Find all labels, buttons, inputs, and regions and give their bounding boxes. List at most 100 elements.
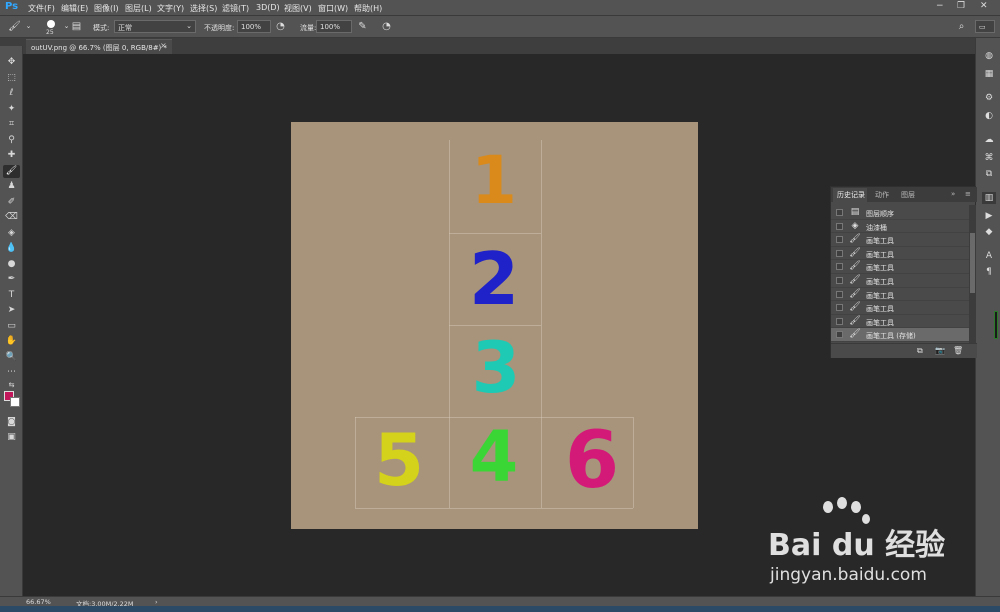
history-state-row[interactable]: 🖌 画笔工具 [831, 233, 969, 247]
history-source-checkbox[interactable] [836, 317, 843, 325]
mode-select[interactable]: 正常 ⌄ [114, 20, 196, 33]
image-canvas[interactable]: 1 2 3 5 4 6 [291, 122, 698, 529]
trash-icon[interactable]: 🗑 [953, 346, 963, 355]
menu-3d[interactable]: 3D(D) [256, 3, 280, 12]
clone-stamp-tool-icon[interactable]: ♟ [3, 180, 20, 193]
layers-panel-icon[interactable]: ◆ [982, 226, 996, 238]
history-state-label: 画笔工具 [866, 291, 894, 300]
menu-type[interactable]: 文字(Y) [157, 3, 184, 14]
menu-layer[interactable]: 图层(L) [125, 3, 152, 14]
libraries-panel-icon[interactable]: ☁ [982, 134, 996, 146]
workspace-switcher[interactable]: ▭ [975, 20, 995, 33]
history-source-checkbox[interactable] [836, 209, 843, 216]
color-panel-icon[interactable]: ◍ [982, 50, 996, 62]
clone-source-panel-icon[interactable]: ⧉ [982, 168, 996, 180]
history-source-checkbox[interactable] [836, 277, 843, 284]
more-tools-icon[interactable]: ⋯ [3, 366, 20, 379]
tab-actions[interactable]: 动作 [875, 190, 889, 200]
character-panel-icon[interactable]: A [982, 250, 996, 262]
menu-view[interactable]: 视图(V) [284, 3, 312, 14]
history-state-row[interactable]: 🖌 画笔工具 [831, 301, 969, 315]
minimize-icon[interactable]: − [936, 1, 944, 11]
zoom-tool-icon[interactable]: 🔍 [3, 351, 20, 364]
history-source-checkbox[interactable] [836, 331, 843, 339]
history-state-row[interactable]: 🖌 画笔工具 [831, 315, 969, 329]
document-tab[interactable]: outUV.png @ 66.7% (图层 0, RGB/8#) * [26, 39, 172, 54]
scrollbar-thumb[interactable] [970, 233, 975, 293]
history-scrollbar[interactable] [969, 205, 976, 343]
zoom-level[interactable]: 66.67% [26, 598, 51, 606]
menu-file[interactable]: 文件(F) [28, 3, 55, 14]
screen-mode-icon[interactable]: ▣ [3, 431, 20, 444]
path-selection-tool-icon[interactable]: ➤ [3, 304, 20, 317]
history-source-checkbox[interactable] [836, 290, 843, 298]
paths-panel-icon[interactable]: ⌘ [982, 152, 996, 164]
options-bar: 🖌 ⌄ 25 ⌄ ▤ 模式: 正常 ⌄ 不透明度: 100% ◔ 流量: 100… [0, 16, 1000, 38]
pen-tool-icon[interactable]: ✒ [3, 273, 20, 286]
flow-input[interactable]: 100% [316, 20, 352, 33]
history-source-checkbox[interactable] [836, 263, 843, 271]
history-source-checkbox[interactable] [836, 222, 843, 230]
styles-panel-icon[interactable]: ◐ [982, 110, 996, 122]
adjustments-panel-icon[interactable]: ⚙ [982, 92, 996, 104]
paint-bucket-tool-icon[interactable]: ◈ [3, 227, 20, 240]
history-source-checkbox[interactable] [836, 249, 843, 257]
actions-panel-icon[interactable]: ▶ [982, 210, 996, 222]
dodge-tool-icon[interactable]: ● [3, 258, 20, 271]
menu-select[interactable]: 选择(S) [190, 3, 217, 14]
history-source-checkbox[interactable] [836, 236, 843, 244]
history-panel-icon[interactable]: ▥ [982, 192, 996, 204]
brush-panel-icon[interactable]: ▤ [70, 20, 83, 33]
history-source-checkbox[interactable] [836, 304, 843, 312]
pressure-opacity-icon[interactable]: ◔ [274, 20, 287, 33]
pressure-size-icon[interactable]: ◔ [380, 20, 393, 33]
collapse-panel-icon[interactable]: » [951, 190, 955, 198]
tab-layers[interactable]: 图层 [901, 190, 915, 200]
quick-mask-icon[interactable]: ◙ [3, 416, 20, 429]
brush-tool-icon[interactable]: 🖌 [3, 165, 20, 178]
history-state-row[interactable]: ▤ 图层顺序 [831, 206, 969, 220]
menu-filter[interactable]: 滤镜(T) [222, 3, 249, 14]
healing-brush-tool-icon[interactable]: ✚ [3, 149, 20, 162]
history-state-row[interactable]: 🖌 画笔工具 (存储) [831, 328, 969, 342]
menu-image[interactable]: 图像(I) [94, 3, 119, 14]
background-color-swatch[interactable] [10, 397, 20, 407]
status-menu-icon[interactable]: › [155, 598, 158, 606]
airbrush-icon[interactable]: ✎ [356, 20, 369, 33]
panel-menu-icon[interactable]: ≡ [965, 190, 971, 198]
crop-tool-icon[interactable]: ⌗ [3, 118, 20, 131]
close-window-icon[interactable]: ✕ [980, 1, 988, 11]
new-document-from-state-icon[interactable]: ⧉ [917, 346, 923, 356]
menu-edit[interactable]: 编辑(E) [61, 3, 88, 14]
chevron-down-icon[interactable]: ⌄ [22, 20, 35, 33]
menu-window[interactable]: 窗口(W) [318, 3, 348, 14]
swatches-panel-icon[interactable]: ▦ [982, 68, 996, 80]
paragraph-panel-icon[interactable]: ¶ [982, 266, 996, 278]
blur-tool-icon[interactable]: 💧 [3, 242, 20, 255]
rectangle-tool-icon[interactable]: ▭ [3, 320, 20, 333]
hand-tool-icon[interactable]: ✋ [3, 335, 20, 348]
history-state-row[interactable]: 🖌 画笔工具 [831, 288, 969, 302]
camera-icon[interactable]: 📷 [935, 346, 945, 355]
opacity-input[interactable]: 100% [237, 20, 271, 33]
eyedropper-tool-icon[interactable]: ⚲ [3, 134, 20, 147]
brush-size-picker[interactable]: 25 [42, 19, 60, 37]
marquee-tool-icon[interactable]: ⬚ [3, 72, 20, 85]
close-tab-icon[interactable]: × [160, 41, 167, 50]
history-state-row[interactable]: ◈ 油漆桶 [831, 220, 969, 234]
lasso-tool-icon[interactable]: ℓ [3, 87, 20, 100]
eraser-tool-icon[interactable]: ⌫ [3, 211, 20, 224]
restore-icon[interactable]: ❐ [957, 1, 965, 11]
brush-preset-icon[interactable]: 🖌 [8, 20, 21, 33]
move-tool-icon[interactable]: ✥ [3, 56, 20, 69]
history-state-row[interactable]: 🖌 画笔工具 [831, 247, 969, 261]
tab-history[interactable]: 历史记录 [837, 190, 865, 200]
search-icon[interactable]: ⌕ [955, 20, 968, 33]
history-brush-tool-icon[interactable]: ✐ [3, 196, 20, 209]
magic-wand-tool-icon[interactable]: ✦ [3, 103, 20, 116]
history-state-row[interactable]: 🖌 画笔工具 [831, 260, 969, 274]
menu-help[interactable]: 帮助(H) [354, 3, 382, 14]
flow-value: 100% [320, 23, 341, 31]
history-state-row[interactable]: 🖌 画笔工具 [831, 274, 969, 288]
type-tool-icon[interactable]: T [3, 289, 20, 302]
